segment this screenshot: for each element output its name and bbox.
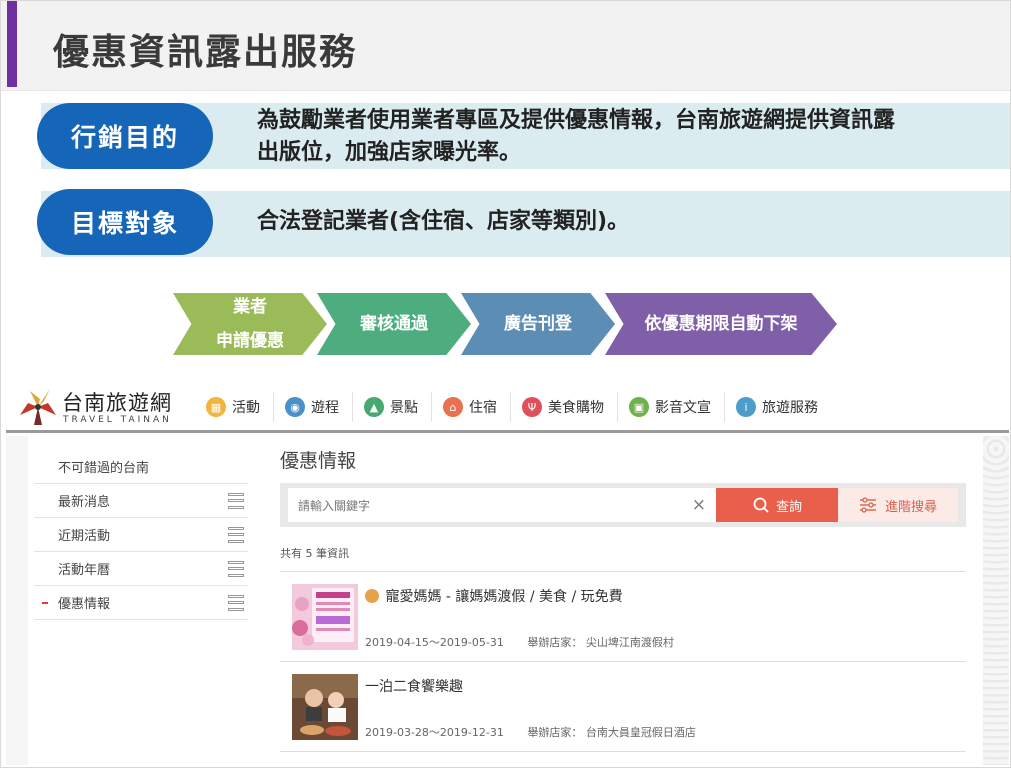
nav-item-food-shopping[interactable]: Ψ 美食購物	[520, 392, 618, 422]
target-row: 目標對象 合法登記業者(含住宿、店家等類別)。	[1, 185, 1010, 259]
list-item-title-text: 寵愛媽媽 - 讓媽媽渡假 / 美食 / 玩免費	[385, 589, 623, 605]
flow-step-approve: 審核通過	[317, 293, 471, 355]
sidebar-item-recent-events[interactable]: 近期活動	[34, 518, 248, 552]
sidebar-item-news[interactable]: 最新消息	[34, 484, 248, 518]
nav-label: 景點	[390, 400, 418, 416]
nav-label: 住宿	[469, 400, 497, 416]
nav-item-activities[interactable]: ▦ 活動	[204, 392, 274, 422]
calendar-icon: ▦	[206, 397, 226, 417]
list-item[interactable]: 寵愛媽媽 - 讓媽媽渡假 / 美食 / 玩免費 2019-04-15～2019-…	[280, 572, 966, 662]
marketing-row: 行銷目的 為鼓勵業者使用業者專區及提供優惠情報，台南旅遊網提供資訊露 出版位，加…	[1, 99, 1010, 173]
nav-label: 美食購物	[548, 400, 604, 416]
nav-item-tours[interactable]: ◉ 遊程	[283, 392, 353, 422]
flow-step-publish: 廣告刊登	[461, 293, 615, 355]
search-input[interactable]: 請輸入關鍵字 ×	[288, 488, 716, 522]
main-nav: ▦ 活動 ◉ 遊程 ▲ 景點 ⌂ 住宿 Ψ 美食購物 ▣ 影音文宣 i 旅遊服務	[204, 392, 840, 424]
site-header: 台南旅遊網 TRAVEL TAINAN ▦ 活動 ◉ 遊程 ▲ 景點 ⌂ 住宿	[6, 379, 1009, 433]
title-accent-bar	[7, 1, 17, 87]
list-item-organizer: 舉辦店家： 尖山埤江南渡假村	[527, 636, 674, 649]
marketing-text: 為鼓勵業者使用業者專區及提供優惠情報，台南旅遊網提供資訊露 出版位，加強店家曝光…	[257, 105, 895, 169]
advanced-search-button[interactable]: 進階搜尋	[838, 488, 958, 522]
marketing-label: 行銷目的	[37, 103, 213, 169]
decorative-pattern	[983, 436, 1009, 765]
house-icon: ⌂	[443, 397, 463, 417]
flow-step-expire-label: 依優惠期限自動下架	[644, 314, 798, 334]
list-item-title[interactable]: 一泊二食饗樂趣	[365, 676, 954, 696]
content-panel: 不可錯過的台南 最新消息 近期活動 活動年曆 優惠情報 優惠情報 請輸入關鍵字 …	[28, 436, 983, 765]
list-item-meta: 2019-04-15～2019-05-31 舉辦店家： 尖山埤江南渡假村	[365, 634, 694, 650]
list-item-date: 2019-03-28～2019-12-31	[365, 726, 504, 739]
flow-step-apply-line2: 申請優惠	[216, 331, 284, 351]
sidebar: 不可錯過的台南 最新消息 近期活動 活動年曆 優惠情報	[34, 450, 248, 620]
marketing-text-line2: 出版位，加強店家曝光率。	[257, 140, 522, 165]
search-icon	[753, 497, 769, 513]
person-icon	[365, 589, 379, 603]
logo-english[interactable]: TRAVEL TAINAN	[63, 415, 172, 425]
deal-thumbnail-image[interactable]	[292, 674, 358, 740]
map-pin-icon: ◉	[285, 397, 305, 417]
sidebar-item-must-see[interactable]: 不可錯過的台南	[34, 450, 248, 484]
sidebar-item-deals[interactable]: 優惠情報	[34, 586, 248, 620]
travel-tainan-logo-icon[interactable]	[14, 385, 62, 427]
advanced-search-label: 進階搜尋	[884, 499, 937, 515]
close-icon[interactable]: ×	[692, 495, 706, 515]
list-icon	[228, 560, 244, 577]
video-icon: ▣	[629, 397, 649, 417]
list-item-info: 一泊二食饗樂趣 2019-03-28～2019-12-31 舉辦店家： 台南大員…	[365, 674, 954, 752]
flow-step-publish-label: 廣告刊登	[504, 314, 572, 334]
nav-label: 活動	[232, 400, 260, 416]
flow-step-expire: 依優惠期限自動下架	[605, 293, 837, 355]
sidebar-item-label: 最新消息	[58, 495, 111, 510]
target-label: 目標對象	[37, 189, 213, 255]
sliders-icon	[859, 497, 876, 513]
sidebar-item-event-calendar[interactable]: 活動年曆	[34, 552, 248, 586]
search-placeholder: 請輸入關鍵字	[298, 498, 371, 513]
search-button-label: 查詢	[775, 499, 802, 515]
list-item-info: 寵愛媽媽 - 讓媽媽渡假 / 美食 / 玩免費 2019-04-15～2019-…	[365, 584, 954, 662]
nav-item-lodging[interactable]: ⌂ 住宿	[441, 392, 511, 422]
search-button[interactable]: 查詢	[716, 488, 838, 522]
website-screenshot: 台南旅遊網 TRAVEL TAINAN ▦ 活動 ◉ 遊程 ▲ 景點 ⌂ 住宿	[6, 379, 1009, 765]
slide-title: 優惠資訊露出服務	[53, 32, 358, 73]
title-bar: 優惠資訊露出服務	[1, 1, 1010, 91]
active-marker	[42, 602, 48, 604]
target-text: 合法登記業者(含住宿、店家等類別)。	[257, 209, 630, 234]
info-icon: i	[736, 397, 756, 417]
main-content: 優惠情報 請輸入關鍵字 × 查詢 進階搜尋 共有 5 筆資訊 寵愛媽媽 - 讓媽…	[280, 446, 966, 752]
sidebar-item-label: 活動年曆	[58, 563, 111, 578]
sidebar-item-label: 優惠情報	[58, 597, 111, 612]
flow-step-approve-label: 審核通過	[360, 314, 428, 334]
sidebar-item-label: 近期活動	[58, 529, 111, 544]
logo-chinese[interactable]: 台南旅遊網	[62, 387, 172, 417]
flow-step-apply: 業者 申請優惠	[173, 293, 327, 355]
list-item-organizer: 舉辦店家： 台南大員皇冠假日酒店	[527, 726, 696, 739]
result-count: 共有 5 筆資訊	[280, 545, 966, 572]
nav-label: 遊程	[311, 400, 339, 416]
list-item-title[interactable]: 寵愛媽媽 - 讓媽媽渡假 / 美食 / 玩免費	[365, 586, 954, 606]
sidebar-item-label: 不可錯過的台南	[58, 461, 150, 476]
presentation-slide: 優惠資訊露出服務 行銷目的 為鼓勵業者使用業者專區及提供優惠情報，台南旅遊網提供…	[0, 0, 1011, 768]
landscape-icon: ▲	[364, 397, 384, 417]
site-body: 不可錯過的台南 最新消息 近期活動 活動年曆 優惠情報 優惠情報 請輸入關鍵字 …	[6, 436, 1009, 765]
list-icon	[228, 526, 244, 543]
fork-knife-icon: Ψ	[522, 397, 542, 417]
deal-thumbnail-image[interactable]	[292, 584, 358, 650]
marketing-text-line1: 為鼓勵業者使用業者專區及提供優惠情報，台南旅遊網提供資訊露	[257, 108, 896, 133]
list-item[interactable]: 一泊二食饗樂趣 2019-03-28～2019-12-31 舉辦店家： 台南大員…	[280, 662, 966, 752]
list-item-date: 2019-04-15～2019-05-31	[365, 636, 504, 649]
nav-item-attractions[interactable]: ▲ 景點	[362, 392, 432, 422]
list-icon	[228, 594, 244, 611]
list-item-meta: 2019-03-28～2019-12-31 舉辦店家： 台南大員皇冠假日酒店	[365, 724, 716, 740]
page-title: 優惠情報	[280, 450, 357, 472]
nav-label: 旅遊服務	[762, 400, 818, 416]
nav-item-services[interactable]: i 旅遊服務	[734, 392, 831, 422]
process-flow: 業者 申請優惠 審核通過 廣告刊登 依優惠期限自動下架	[173, 293, 843, 355]
list-icon	[228, 492, 244, 509]
flow-step-apply-line1: 業者	[233, 297, 267, 317]
nav-item-media[interactable]: ▣ 影音文宣	[627, 392, 725, 422]
nav-label: 影音文宣	[655, 400, 711, 416]
search-bar: 請輸入關鍵字 × 查詢 進階搜尋	[280, 483, 966, 527]
